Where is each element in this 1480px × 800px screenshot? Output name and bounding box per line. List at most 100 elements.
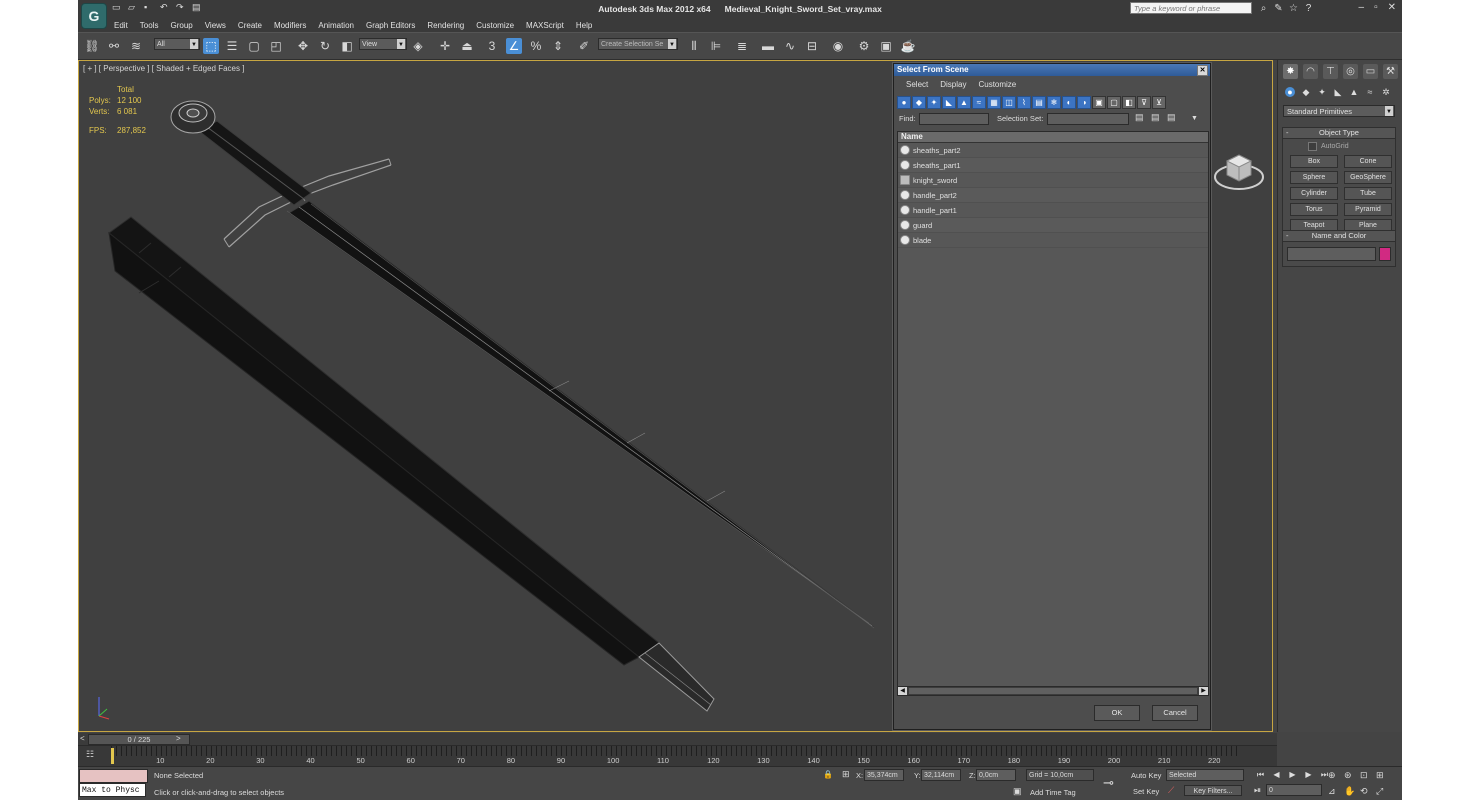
menu-animation[interactable]: Animation bbox=[312, 19, 360, 32]
rotate-icon[interactable]: ↻ bbox=[317, 38, 333, 54]
named-selection-set-select[interactable]: Create Selection Se bbox=[598, 38, 678, 50]
play-icon[interactable]: ▶ bbox=[1287, 769, 1298, 780]
filter-hidden-icon[interactable]: ◐ bbox=[1062, 96, 1076, 109]
selection-set-highlight-icon[interactable]: ▤ bbox=[1167, 112, 1176, 123]
sphere-button[interactable]: Sphere bbox=[1290, 171, 1338, 184]
pyramid-button[interactable]: Pyramid bbox=[1344, 203, 1392, 216]
maximize-icon[interactable]: ▫ bbox=[1374, 2, 1378, 13]
ok-button[interactable]: OK bbox=[1094, 705, 1140, 721]
next-key-icon[interactable]: ▶ bbox=[1303, 769, 1314, 780]
maxscript-mini-listener[interactable]: Max to Physc bbox=[79, 783, 146, 797]
torus-button[interactable]: Torus bbox=[1290, 203, 1338, 216]
dialog-menu-display[interactable]: Display bbox=[934, 78, 972, 92]
graphite-ribbon-icon[interactable]: ▬ bbox=[760, 38, 776, 54]
list-item[interactable]: guard bbox=[898, 218, 1208, 233]
align-icon[interactable]: ⊫ bbox=[708, 38, 724, 54]
selection-set-remove-icon[interactable]: ▤ bbox=[1151, 112, 1160, 123]
dialog-close-icon[interactable]: ✕ bbox=[1197, 65, 1208, 76]
zoom-extents-icon[interactable]: ⊡ bbox=[1360, 770, 1368, 781]
scroll-right-icon[interactable]: ▶ bbox=[1199, 687, 1208, 695]
list-item[interactable]: knight_sword bbox=[898, 173, 1208, 188]
binoculars-icon[interactable]: ⌕ bbox=[1258, 3, 1269, 14]
geosphere-button[interactable]: GeoSphere bbox=[1344, 171, 1392, 184]
maximize-viewport-icon[interactable]: ⤢ bbox=[1376, 786, 1383, 797]
orbit-icon[interactable]: ⟲ bbox=[1360, 786, 1368, 797]
space-warps-icon[interactable]: ≈ bbox=[1365, 87, 1375, 97]
filter-geometry-icon[interactable]: ● bbox=[897, 96, 911, 109]
dialog-menu-select[interactable]: Select bbox=[900, 78, 934, 92]
hierarchy-tab-icon[interactable]: ⊤ bbox=[1323, 64, 1338, 79]
select-invert-icon[interactable]: ◧ bbox=[1122, 96, 1136, 109]
angle-snap-icon[interactable]: ∠ bbox=[506, 38, 522, 54]
dialog-menu-customize[interactable]: Customize bbox=[972, 78, 1022, 92]
geometry-icon[interactable]: ● bbox=[1285, 87, 1295, 97]
viewcube-icon[interactable] bbox=[1213, 141, 1269, 197]
filter-containers-icon[interactable]: ▤ bbox=[1032, 96, 1046, 109]
selection-set-select[interactable] bbox=[1047, 113, 1129, 125]
keyboard-shortcut-override-icon[interactable]: ⏏ bbox=[459, 38, 475, 54]
list-item[interactable]: sheaths_part1 bbox=[898, 158, 1208, 173]
utilities-tab-icon[interactable]: ⚒ bbox=[1383, 64, 1398, 79]
column-header-name[interactable]: Name bbox=[898, 132, 1208, 143]
spinner-snap-icon[interactable]: ⇕ bbox=[550, 38, 566, 54]
modify-tab-icon[interactable]: ◠ bbox=[1303, 64, 1318, 79]
y-coord-field[interactable]: 32,114cm bbox=[921, 769, 961, 781]
cylinder-button[interactable]: Cylinder bbox=[1290, 187, 1338, 200]
find-input[interactable] bbox=[919, 113, 989, 125]
tools-icon[interactable]: ✎ bbox=[1273, 3, 1284, 14]
edit-named-selection-icon[interactable]: ✐ bbox=[576, 38, 592, 54]
filter-cameras-icon[interactable]: ◣ bbox=[942, 96, 956, 109]
field-of-view-icon[interactable]: ⊿ bbox=[1328, 786, 1336, 797]
filter-space-warps-icon[interactable]: ≈ bbox=[972, 96, 986, 109]
auto-key-button[interactable]: Auto Key bbox=[1131, 771, 1161, 780]
close-icon[interactable]: ✕ bbox=[1388, 2, 1396, 13]
motion-tab-icon[interactable]: ◎ bbox=[1343, 64, 1358, 79]
x-coord-field[interactable]: 35,374cm bbox=[864, 769, 904, 781]
filter-xrefs-icon[interactable]: ◫ bbox=[1002, 96, 1016, 109]
window-crossing-icon[interactable]: ◰ bbox=[268, 38, 284, 54]
pivot-center-icon[interactable]: ◈ bbox=[410, 38, 426, 54]
time-slider[interactable]: < 0 / 225 > bbox=[78, 733, 1277, 745]
selection-set-add-icon[interactable]: ▤ bbox=[1135, 112, 1144, 123]
menu-tools[interactable]: Tools bbox=[134, 19, 165, 32]
reference-coordinate-select[interactable]: View bbox=[359, 38, 407, 50]
scrollbar-thumb[interactable] bbox=[909, 688, 1197, 694]
menu-group[interactable]: Group bbox=[164, 19, 198, 32]
add-time-tag[interactable]: Add Time Tag bbox=[1030, 788, 1076, 797]
menu-graph-editors[interactable]: Graph Editors bbox=[360, 19, 421, 32]
select-by-name-icon[interactable]: ☰ bbox=[224, 38, 240, 54]
maxscript-listener-output[interactable] bbox=[79, 769, 148, 783]
previous-key-icon[interactable]: ◀ bbox=[1271, 769, 1282, 780]
menu-create[interactable]: Create bbox=[232, 19, 268, 32]
rectangular-selection-icon[interactable]: ▢ bbox=[246, 38, 262, 54]
zoom-all-icon[interactable]: ⊛ bbox=[1344, 770, 1352, 781]
time-slider-thumb[interactable]: 0 / 225 bbox=[88, 734, 190, 745]
object-name-input[interactable] bbox=[1287, 247, 1376, 261]
select-none-icon[interactable]: ▢ bbox=[1107, 96, 1121, 109]
autogrid-checkbox[interactable]: AutoGrid bbox=[1308, 142, 1395, 151]
shapes-icon[interactable]: ◆ bbox=[1301, 87, 1311, 97]
filter-bones-icon[interactable]: ⌇ bbox=[1017, 96, 1031, 109]
options-dropdown-icon[interactable]: ▼ bbox=[1191, 115, 1198, 122]
unlink-icon[interactable]: ⚯ bbox=[106, 38, 122, 54]
display-tab-icon[interactable]: ▭ bbox=[1363, 64, 1378, 79]
menu-edit[interactable]: Edit bbox=[108, 19, 134, 32]
pan-view-icon[interactable]: ✋ bbox=[1344, 786, 1355, 797]
lock-selection-icon[interactable]: 🔒 bbox=[823, 770, 833, 779]
systems-icon[interactable]: ✲ bbox=[1381, 87, 1391, 97]
select-manipulate-icon[interactable]: ✛ bbox=[437, 38, 453, 54]
helpers-icon[interactable]: ▲ bbox=[1349, 87, 1359, 97]
filter-shapes-icon[interactable]: ◆ bbox=[912, 96, 926, 109]
key-selection-select[interactable]: Selected bbox=[1166, 769, 1244, 781]
zoom-extents-all-icon[interactable]: ⊞ bbox=[1376, 770, 1384, 781]
menu-customize[interactable]: Customize bbox=[470, 19, 520, 32]
filter-frozen-icon[interactable]: ❄ bbox=[1047, 96, 1061, 109]
set-key-button[interactable]: Set Key bbox=[1133, 787, 1159, 796]
current-frame-field[interactable]: 0 bbox=[1266, 784, 1322, 796]
zoom-icon[interactable]: ⊕ bbox=[1328, 770, 1336, 781]
key-mode-icon[interactable]: ⟋ bbox=[1168, 785, 1174, 796]
dialog-title-bar[interactable]: Select From Scene ✕ bbox=[894, 64, 1210, 76]
absolute-mode-icon[interactable]: ⊞ bbox=[842, 769, 850, 780]
list-item[interactable]: blade bbox=[898, 233, 1208, 248]
lights-icon[interactable]: ✦ bbox=[1317, 87, 1327, 97]
